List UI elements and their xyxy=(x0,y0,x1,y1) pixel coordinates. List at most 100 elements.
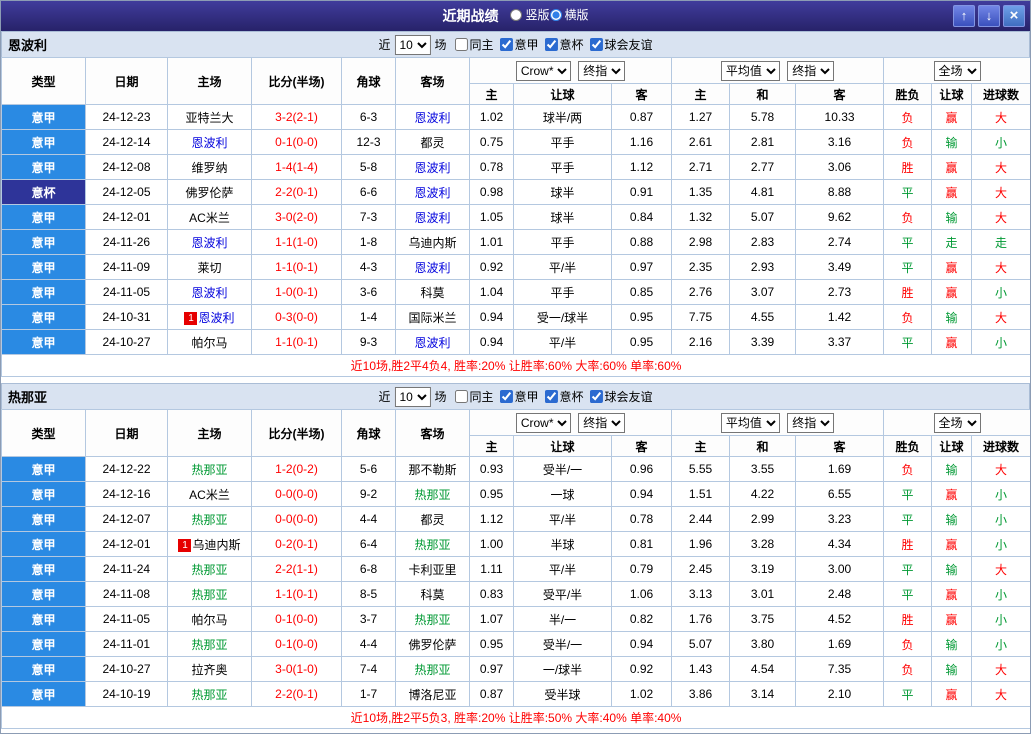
odds-time-select[interactable]: 终指 xyxy=(578,412,626,433)
avg-away: 4.34 xyxy=(795,531,885,557)
average-select[interactable]: 平均值 xyxy=(720,60,780,81)
league-badge: 意甲 xyxy=(1,204,86,230)
match-date: 24-11-09 xyxy=(85,254,168,280)
avg-away: 4.52 xyxy=(795,606,885,632)
filter-checkbox-label: 球会友谊 xyxy=(604,390,653,404)
away-team-cell: 科莫 xyxy=(395,279,470,305)
odds-home: 0.87 xyxy=(469,681,514,707)
match-date: 24-10-31 xyxy=(85,304,168,330)
col-header-result-handicap: 让球 xyxy=(931,435,973,457)
average-time-select[interactable]: 终指 xyxy=(787,412,835,433)
filter-checkbox-3[interactable]: 意杯 xyxy=(544,36,584,53)
away-team-cell: 那不勒斯 xyxy=(395,456,470,482)
match-row: 意甲 24-11-05 帕尔马 0-1(0-0) 3-7 热那亚 1.07 半/一 0.82 1.… xyxy=(1,606,1030,632)
result-goals: 走 xyxy=(971,229,1030,255)
layout-radio-input[interactable] xyxy=(549,8,562,21)
result-goals: 小 xyxy=(971,129,1030,155)
match-row: 意甲 24-12-01 AC米兰 3-0(2-0) 7-3 恩波利 1.05 球半 0.84 1.… xyxy=(1,204,1030,230)
filter-checkbox-2[interactable]: 意甲 xyxy=(499,388,539,405)
away-team-name: 博洛尼亚 xyxy=(408,687,457,702)
match-date: 24-12-08 xyxy=(85,154,168,180)
filter-checkbox-1[interactable]: 同主 xyxy=(454,36,494,53)
filter-checkbox-input[interactable] xyxy=(454,38,468,51)
odds-home: 0.83 xyxy=(469,581,514,607)
result-outcome: 平 xyxy=(883,681,933,707)
filter-checkbox-label: 意杯 xyxy=(559,38,584,52)
home-team-cell: 帕尔马 xyxy=(167,606,252,632)
avg-draw: 3.80 xyxy=(729,631,797,657)
away-team-name: 恩波利 xyxy=(414,210,451,225)
result-outcome: 负 xyxy=(883,204,933,230)
avg-away: 3.23 xyxy=(795,506,885,532)
col-header-odds-home: 主 xyxy=(469,83,514,105)
match-row: 意甲 24-10-31 1 恩波利 0-3(0-0) 1-4 国际米兰 0.94 受一/球半 0.… xyxy=(1,304,1030,330)
scope-select[interactable]: 全场 xyxy=(933,412,981,433)
col-header-result-outcome: 胜负 xyxy=(883,435,933,457)
layout-radio-horizontal[interactable]: 横版 xyxy=(549,6,589,23)
layout-radio-input[interactable] xyxy=(510,8,523,21)
odds-away: 0.91 xyxy=(610,179,673,205)
corners-cell: 7-4 xyxy=(341,656,396,682)
filter-checkbox-input[interactable] xyxy=(589,390,603,403)
filter-checkbox-input[interactable] xyxy=(499,38,513,51)
average-time-select[interactable]: 终指 xyxy=(787,60,835,81)
score-cell: 2-2(1-1) xyxy=(251,556,342,582)
filter-checkbox-input[interactable] xyxy=(499,390,513,403)
score-cell: 0-1(0-0) xyxy=(251,129,342,155)
result-handicap: 赢 xyxy=(931,481,973,507)
league-filter-group: 同主 意甲 意杯 球会友谊 xyxy=(454,388,653,405)
away-team-cell: 恩波利 xyxy=(395,179,470,205)
odds-home: 1.02 xyxy=(469,104,514,130)
result-handicap: 赢 xyxy=(931,681,973,707)
filter-checkbox-input[interactable] xyxy=(589,38,603,51)
avg-draw: 2.77 xyxy=(729,154,797,180)
col-header-avg-draw: 和 xyxy=(729,435,797,457)
filter-checkbox-input[interactable] xyxy=(544,38,558,51)
odds-company-select[interactable]: Crow* xyxy=(515,412,571,433)
avg-home: 2.44 xyxy=(671,506,731,532)
red-card-mark: 1 xyxy=(184,311,198,325)
odds-away: 1.12 xyxy=(610,154,673,180)
filter-checkbox-label: 同主 xyxy=(469,390,494,404)
result-goals: 小 xyxy=(971,506,1030,532)
match-count-select[interactable]: 10 xyxy=(394,386,431,407)
result-outcome: 胜 xyxy=(883,279,933,305)
result-handicap: 赢 xyxy=(931,279,973,305)
close-button[interactable]: × xyxy=(1003,5,1025,27)
odds-handicap: 平手 xyxy=(513,129,612,155)
average-select[interactable]: 平均值 xyxy=(720,412,780,433)
odds-time-select[interactable]: 终指 xyxy=(578,60,626,81)
layout-radio-vertical[interactable]: 竖版 xyxy=(510,6,550,23)
result-outcome: 负 xyxy=(883,129,933,155)
match-row: 意甲 24-10-27 帕尔马 1-1(0-1) 9-3 恩波利 0.94 平/半 0.95 2.… xyxy=(1,329,1030,355)
league-badge: 意甲 xyxy=(1,681,86,707)
match-count-select[interactable]: 10 xyxy=(394,34,431,55)
filter-checkbox-3[interactable]: 意杯 xyxy=(544,388,584,405)
filter-checkbox-input[interactable] xyxy=(544,390,558,403)
home-team-name: 热那亚 xyxy=(191,562,228,577)
filter-checkbox-4[interactable]: 球会友谊 xyxy=(589,388,653,405)
col-header-result-handicap: 让球 xyxy=(931,83,973,105)
match-date: 24-12-16 xyxy=(85,481,168,507)
move-down-button[interactable]: ↓ xyxy=(978,5,1000,27)
result-outcome: 负 xyxy=(883,304,933,330)
avg-draw: 3.01 xyxy=(729,581,797,607)
filter-checkbox-input[interactable] xyxy=(454,390,468,403)
odds-away: 0.84 xyxy=(610,204,673,230)
league-badge: 意甲 xyxy=(1,556,86,582)
odds-handicap: 平手 xyxy=(513,154,612,180)
scope-select[interactable]: 全场 xyxy=(933,60,981,81)
result-outcome: 平 xyxy=(883,254,933,280)
score-cell: 1-1(0-1) xyxy=(251,329,342,355)
away-team-cell: 恩波利 xyxy=(395,154,470,180)
match-date: 24-10-19 xyxy=(85,681,168,707)
move-up-button[interactable]: ↑ xyxy=(953,5,975,27)
result-outcome: 负 xyxy=(883,631,933,657)
avg-home: 3.86 xyxy=(671,681,731,707)
league-badge: 意甲 xyxy=(1,456,86,482)
filter-checkbox-4[interactable]: 球会友谊 xyxy=(589,36,653,53)
filter-checkbox-2[interactable]: 意甲 xyxy=(499,36,539,53)
filter-checkbox-1[interactable]: 同主 xyxy=(454,388,494,405)
result-outcome: 胜 xyxy=(883,531,933,557)
odds-company-select[interactable]: Crow* xyxy=(515,60,571,81)
